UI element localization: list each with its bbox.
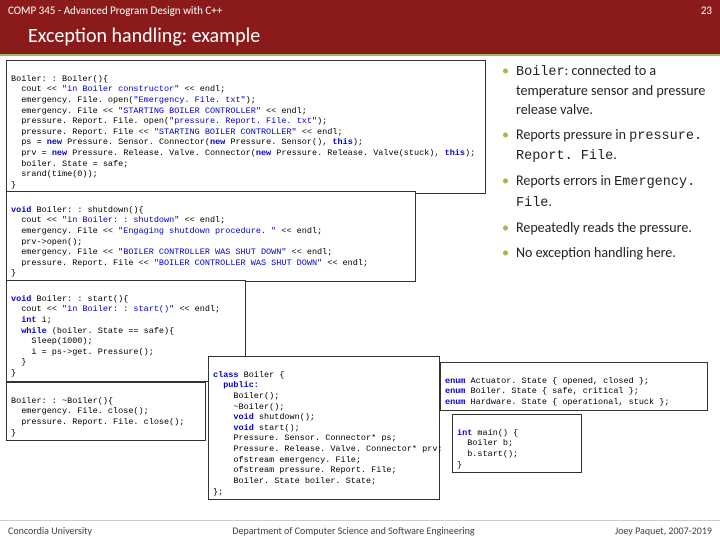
- bullet-dot-icon: •: [502, 62, 516, 120]
- footer-left: Concordia University: [8, 524, 92, 537]
- footer-right: Joey Paquet, 2007-2019: [615, 524, 712, 537]
- code-main: int main() { Boiler b; b.start(); }: [452, 414, 582, 473]
- code-shutdown: void Boiler: : shutdown(){ cout << "in B…: [6, 191, 416, 282]
- bullet-3: • Reports errors in Emergency. File.: [502, 172, 712, 212]
- bullet-1: • Boiler: connected to a temperature sen…: [502, 62, 712, 120]
- bullet-list: • Boiler: connected to a temperature sen…: [502, 62, 712, 269]
- footer-center: Department of Computer Science and Softw…: [232, 524, 474, 537]
- bullet-dot-icon: •: [502, 219, 516, 238]
- slide-header: COMP 345 - Advanced Program Design with …: [0, 0, 720, 20]
- bullet-4: • Repeatedly reads the pressure.: [502, 219, 712, 238]
- code-destructor: Boiler: : ~Boiler(){ emergency. File. cl…: [6, 382, 206, 441]
- bullet-2: • Reports pressure in pressure. Report. …: [502, 126, 712, 166]
- bullet-dot-icon: •: [502, 126, 516, 166]
- course-title: COMP 345 - Advanced Program Design with …: [8, 4, 222, 17]
- code-class-boiler: class Boiler { public: Boiler(); ~Boiler…: [208, 356, 440, 500]
- slide-content: Boiler: : Boiler(){ cout << "in Boiler c…: [0, 56, 720, 532]
- bullet-dot-icon: •: [502, 244, 516, 263]
- code-constructor: Boiler: : Boiler(){ cout << "in Boiler c…: [6, 60, 486, 194]
- bullet-dot-icon: •: [502, 172, 516, 212]
- slide-title: Exception handling: example: [0, 20, 720, 56]
- code-enums: enum Actuator. State { opened, closed };…: [440, 362, 708, 411]
- bullet-5: • No exception handling here.: [502, 244, 712, 263]
- slide-footer: Concordia University Department of Compu…: [0, 520, 720, 540]
- page-number: 23: [701, 4, 712, 17]
